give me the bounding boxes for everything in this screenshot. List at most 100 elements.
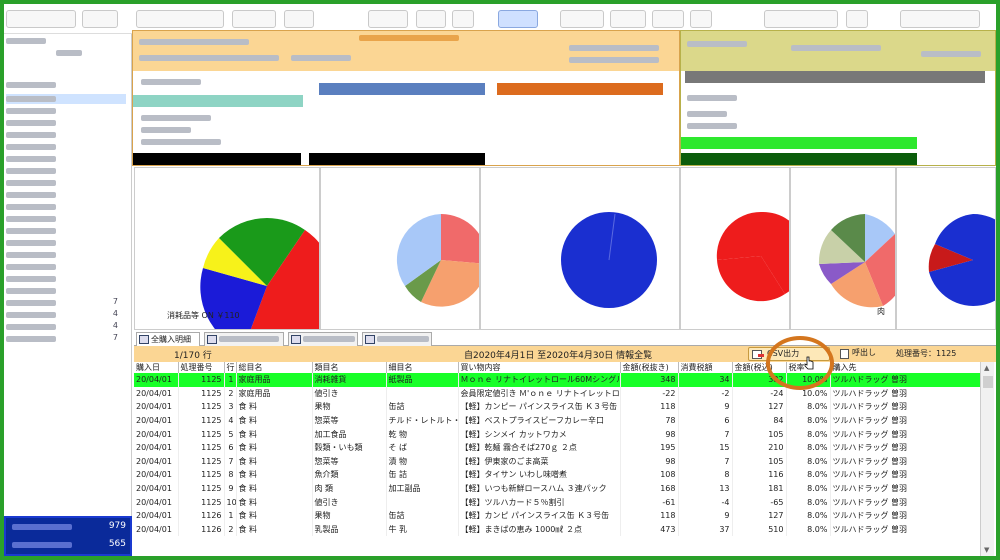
- column-header[interactable]: 類目名: [312, 362, 387, 373]
- table-cell: 1125: [178, 440, 225, 455]
- column-header[interactable]: 細目名: [386, 362, 459, 373]
- scroll-up-icon[interactable]: ▲: [984, 364, 989, 372]
- column-header[interactable]: 処理番号: [178, 362, 225, 373]
- table-cell: 15: [678, 440, 733, 455]
- toolbar-control[interactable]: [82, 10, 118, 28]
- table-row[interactable]: 20/04/01 1125 2 家庭用品 値引き 会員限定値引き Ｍ'ｏｎｅ リナトイレッ…: [134, 386, 980, 401]
- summary-band: [133, 31, 679, 71]
- list-item[interactable]: [6, 274, 126, 284]
- table-cell: 1125: [178, 468, 225, 482]
- list-item[interactable]: [6, 190, 126, 200]
- table-cell: 魚介類: [312, 468, 387, 482]
- table-cell: 8: [224, 468, 237, 482]
- column-header[interactable]: 購入日: [134, 362, 179, 373]
- list-item[interactable]: [6, 166, 126, 176]
- toolbar-control[interactable]: [764, 10, 838, 28]
- table-cell: -24: [732, 386, 787, 401]
- toolbar-control[interactable]: [900, 10, 980, 28]
- tab-category[interactable]: [204, 332, 284, 346]
- list-item[interactable]: [6, 286, 126, 296]
- toolbar-control[interactable]: [846, 10, 868, 28]
- column-header[interactable]: 総目名: [236, 362, 313, 373]
- table-scrollbar[interactable]: ▲ ▼: [980, 362, 994, 556]
- toolbar-control[interactable]: [498, 10, 538, 28]
- table-row[interactable]: 20/04/01 1125 10 食 料値引き 【軽】ツルハカード５％割引 -61 -4 -6…: [134, 495, 980, 509]
- list-item[interactable]: [6, 202, 126, 212]
- list-item[interactable]: [6, 130, 126, 140]
- toolbar-control[interactable]: [284, 10, 314, 28]
- list-item[interactable]: [6, 238, 126, 248]
- table-cell: 加工食品: [312, 427, 387, 441]
- list-item[interactable]: [6, 118, 126, 128]
- toolbar-control[interactable]: [652, 10, 684, 28]
- list-item[interactable]: [6, 48, 126, 58]
- toolbar-control[interactable]: [6, 10, 76, 28]
- table-cell: 8.0%: [786, 413, 831, 428]
- table-cell: 牛 乳: [386, 522, 459, 537]
- period-title: 自2020年4月1日 至2020年4月30日 情報全覧: [464, 351, 653, 361]
- column-header[interactable]: 消費税額: [678, 362, 733, 373]
- list-item[interactable]: [6, 250, 126, 260]
- scroll-thumb[interactable]: [983, 376, 993, 388]
- column-header[interactable]: 行: [224, 362, 237, 373]
- column-header[interactable]: 購入先: [830, 362, 980, 373]
- table-row[interactable]: 20/04/01 1125 7 食 料惣菜等漬 物【軽】伊東家のごま高菜 98 7 105 8…: [134, 454, 980, 469]
- scroll-down-icon[interactable]: ▼: [984, 546, 989, 554]
- tab-store[interactable]: [288, 332, 358, 346]
- column-header[interactable]: 金額(税抜き): [620, 362, 679, 373]
- table-cell: 4: [224, 413, 237, 428]
- list-item[interactable]: [6, 36, 126, 46]
- table-cell: 168: [620, 481, 679, 496]
- table-cell: 181: [732, 481, 787, 496]
- table-row[interactable]: 20/04/01 1126 1 食 料果物 缶詰 【軽】カンピ パインスライス缶 Ｋ３号缶…: [134, 508, 980, 523]
- toolbar-control[interactable]: [452, 10, 474, 28]
- table-row[interactable]: 20/04/01 1125 5 食 料加工食品乾 物【軽】シンメイ カットワカメ 98 7…: [134, 427, 980, 441]
- table-cell: 食 料: [236, 413, 313, 428]
- list-item[interactable]: [6, 80, 126, 90]
- toolbar-control[interactable]: [416, 10, 446, 28]
- list-item[interactable]: [6, 154, 126, 164]
- toolbar-control[interactable]: [560, 10, 604, 28]
- tab-all-purchases[interactable]: 全購入明細: [136, 332, 200, 346]
- toolbar-control[interactable]: [368, 10, 408, 28]
- call-button[interactable]: 呼出し: [838, 347, 890, 361]
- list-item[interactable]: [6, 142, 126, 152]
- table-cell: 果物: [312, 508, 387, 523]
- summary-bar: [319, 83, 485, 95]
- table-row[interactable]: 20/04/01 1126 2 食 料乳製品牛 乳【軽】まきばの恵み 1000㎖ ２点…: [134, 522, 980, 537]
- toolbar-control[interactable]: [690, 10, 712, 28]
- toolbar-control[interactable]: [136, 10, 224, 28]
- table-row[interactable]: 20/04/01 1125 8 食 料魚介類缶 詰【軽】タイサン いわし味噌煮 108 8…: [134, 468, 980, 482]
- list-item[interactable]: [6, 94, 126, 104]
- column-header[interactable]: 金額(税込): [732, 362, 787, 373]
- table-cell: 1: [224, 508, 237, 523]
- list-item[interactable]: 7: [6, 333, 126, 344]
- table-row[interactable]: 20/04/01 1125 1 家庭用品 消耗雑貨 紙製品 Ｍｏｎｅ リナトイレットロール6…: [134, 373, 980, 387]
- table-row[interactable]: 20/04/01 1125 3 食 料果物 缶詰 【軽】カンピー パインスライス缶 Ｋ３号…: [134, 400, 980, 414]
- table-cell: ツルハドラッグ 曽羽: [830, 400, 980, 414]
- list-item[interactable]: 4: [6, 321, 126, 332]
- table-row[interactable]: 20/04/01 1125 6 食 料穀類・いも類そ ば【軽】乾麺 霧合そば270ｇ …: [134, 440, 980, 455]
- toolbar-control[interactable]: [610, 10, 646, 28]
- table-cell: 【軽】シンメイ カットワカメ: [458, 427, 621, 441]
- tab-item[interactable]: [362, 332, 432, 346]
- csv-export-button[interactable]: CSV出力: [748, 347, 830, 361]
- list-item[interactable]: [6, 178, 126, 188]
- table-cell: ツルハドラッグ 曽羽: [830, 522, 980, 537]
- table-cell: 118: [620, 400, 679, 414]
- list-item[interactable]: [6, 262, 126, 272]
- table-cell: ツルハドラッグ 曽羽: [830, 481, 980, 496]
- list-item[interactable]: [6, 106, 126, 116]
- list-item[interactable]: 7: [6, 297, 126, 308]
- table-row[interactable]: 20/04/0111254食 料惣菜等チルド・レトルト・パウチ【軽】ベストプライ…: [134, 413, 980, 428]
- table-cell: 510: [732, 522, 787, 537]
- table-cell: 【軽】カンピ パインスライス缶 Ｋ３号缶: [458, 508, 621, 523]
- tab-label: 全購入明細: [151, 335, 191, 344]
- column-header[interactable]: 買い物内容: [458, 362, 621, 373]
- table-cell: [386, 386, 459, 401]
- toolbar-control[interactable]: [232, 10, 276, 28]
- table-row[interactable]: 20/04/01 1125 9 食 料肉 類加工副品 【軽】いつも新鮮ロースハム ３連パ…: [134, 481, 980, 496]
- list-item[interactable]: [6, 226, 126, 236]
- list-item[interactable]: 4: [6, 309, 126, 320]
- list-item[interactable]: [6, 214, 126, 224]
